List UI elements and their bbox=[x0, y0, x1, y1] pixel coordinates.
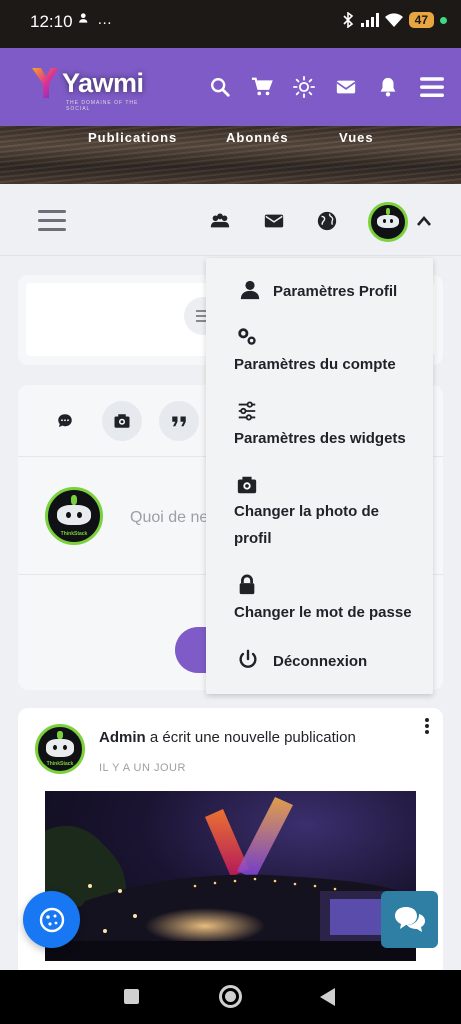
menu-item-widget-settings[interactable]: Paramètres des widgets bbox=[206, 400, 433, 452]
globe-icon[interactable] bbox=[316, 210, 338, 232]
menu-item-label: Déconnexion bbox=[273, 653, 368, 670]
cogs-icon bbox=[238, 328, 256, 345]
bell-icon[interactable] bbox=[377, 76, 399, 98]
more-notifications: … bbox=[97, 11, 114, 28]
cookie-icon bbox=[39, 907, 64, 932]
signal-icon bbox=[360, 13, 379, 27]
sun-icon[interactable] bbox=[293, 76, 315, 98]
profile-subnav bbox=[0, 184, 461, 256]
post-author-avatar[interactable]: ThinkStack bbox=[35, 724, 85, 774]
stat-publications[interactable]: Publications bbox=[88, 130, 177, 145]
menu-item-logout[interactable]: Déconnexion bbox=[206, 646, 433, 676]
chat-button[interactable] bbox=[381, 891, 438, 948]
menu-item-change-photo[interactable]: Changer la photo de profil bbox=[206, 474, 433, 554]
battery-level: 47 bbox=[408, 12, 434, 28]
search-icon[interactable] bbox=[209, 76, 231, 98]
menu-item-label: Paramètres du compte bbox=[234, 356, 396, 373]
friends-icon[interactable] bbox=[209, 210, 231, 232]
chevron-up-icon[interactable] bbox=[416, 215, 432, 227]
lock-icon bbox=[239, 574, 255, 595]
menu-item-label: Changer la photo de profil bbox=[234, 503, 380, 547]
cart-icon[interactable] bbox=[251, 76, 273, 98]
event-photo-illustration bbox=[45, 797, 416, 961]
user-icon bbox=[240, 280, 260, 300]
messages-icon[interactable] bbox=[263, 210, 285, 232]
brand-tagline: THE DOMAINE OF THE SOCIAL bbox=[66, 100, 139, 112]
post-heading: Admin a écrit une nouvelle publication bbox=[99, 729, 356, 746]
stat-followers[interactable]: Abonnés bbox=[226, 130, 289, 145]
chat-icon bbox=[394, 906, 425, 932]
brand-name: Yawmi bbox=[62, 67, 144, 98]
post-timestamp: IL Y A UN JOUR bbox=[99, 762, 186, 774]
comment-icon bbox=[58, 414, 72, 427]
post-author-name[interactable]: Admin bbox=[99, 729, 146, 746]
camera-icon bbox=[237, 476, 257, 494]
menu-item-change-password[interactable]: Changer le mot de passe bbox=[206, 574, 433, 626]
composer-placeholder[interactable]: Quoi de ne bbox=[130, 509, 208, 527]
envelope-icon[interactable] bbox=[335, 76, 357, 98]
profile-cover: Publications Abonnés Vues bbox=[0, 126, 461, 184]
profile-dropdown-menu: Paramètres Profil Paramètres du compte P… bbox=[206, 258, 433, 694]
stat-views[interactable]: Vues bbox=[339, 130, 374, 145]
status-notification-icons: … bbox=[78, 11, 113, 28]
tab-photo[interactable] bbox=[102, 401, 142, 441]
menu-item-profile-settings[interactable]: Paramètres Profil bbox=[206, 276, 433, 306]
wifi-icon bbox=[384, 13, 403, 27]
status-bar: 12:10 … 47 bbox=[0, 0, 461, 48]
feed-post-card: ThinkStack Admin a écrit une nouvelle pu… bbox=[18, 708, 443, 978]
camera-icon bbox=[114, 414, 130, 428]
logo-mark-icon bbox=[32, 68, 58, 98]
menu-item-account-settings[interactable]: Paramètres du compte bbox=[206, 326, 433, 376]
site-header: Yawmi THE DOMAINE OF THE SOCIAL bbox=[0, 48, 461, 126]
menu-item-label: Paramètres Profil bbox=[273, 283, 398, 300]
sliders-icon bbox=[238, 401, 256, 421]
composer-avatar: ThinkStack bbox=[45, 487, 103, 545]
menu-item-label: Changer le mot de passe bbox=[234, 604, 412, 621]
home-button[interactable] bbox=[219, 985, 242, 1008]
quote-icon bbox=[172, 416, 186, 427]
privacy-dot bbox=[440, 16, 447, 24]
power-icon bbox=[239, 649, 257, 668]
post-image[interactable] bbox=[45, 791, 416, 961]
recents-button[interactable] bbox=[124, 989, 139, 1004]
yawmi-logo[interactable]: Yawmi THE DOMAINE OF THE SOCIAL bbox=[30, 66, 144, 112]
menu-icon[interactable] bbox=[419, 74, 445, 100]
status-time: 12:10 bbox=[30, 12, 73, 31]
post-action-text: a écrit une nouvelle publication bbox=[145, 729, 356, 746]
android-nav-bar bbox=[0, 970, 461, 1024]
bluetooth-icon bbox=[343, 12, 353, 28]
menu-item-label: Paramètres des widgets bbox=[234, 430, 406, 447]
cookie-settings-button[interactable] bbox=[23, 891, 80, 948]
post-options-icon[interactable] bbox=[425, 718, 429, 736]
account-sync-icon bbox=[79, 13, 88, 23]
user-avatar[interactable] bbox=[368, 202, 408, 242]
tab-quote[interactable] bbox=[159, 401, 199, 441]
back-button[interactable] bbox=[320, 988, 335, 1006]
sidebar-toggle-icon[interactable] bbox=[38, 210, 66, 237]
tab-status[interactable] bbox=[45, 401, 85, 441]
